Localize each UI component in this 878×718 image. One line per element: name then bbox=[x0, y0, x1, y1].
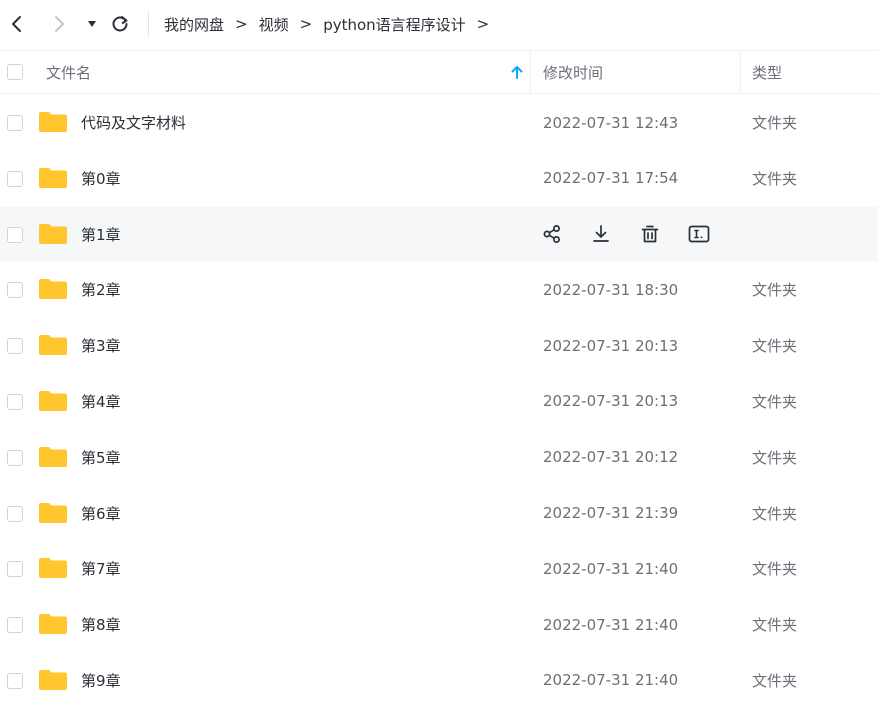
file-name[interactable]: 第4章 bbox=[81, 374, 121, 429]
file-name[interactable]: 第6章 bbox=[81, 486, 121, 541]
share-icon bbox=[542, 224, 562, 244]
modified-time: 2022-07-31 20:13 bbox=[543, 392, 679, 411]
modified-time: 2022-07-31 21:40 bbox=[543, 615, 679, 634]
history-dropdown-button[interactable] bbox=[80, 12, 104, 36]
modified-time: 2022-07-31 18:30 bbox=[543, 280, 679, 299]
file-row[interactable]: 第4章 2022-07-31 20:13 文件夹 bbox=[0, 374, 878, 430]
row-checkbox[interactable] bbox=[7, 226, 23, 243]
breadcrumb-item[interactable]: 视频 bbox=[259, 14, 289, 35]
download-button[interactable] bbox=[589, 222, 613, 246]
file-type: 文件夹 bbox=[752, 281, 798, 300]
rename-button[interactable] bbox=[687, 222, 711, 246]
file-type: 文件夹 bbox=[752, 560, 798, 579]
row-checkbox[interactable] bbox=[7, 338, 23, 355]
file-row[interactable]: 第9章 2022-07-31 21:40 文件夹 bbox=[0, 653, 878, 709]
share-button[interactable] bbox=[540, 222, 564, 246]
column-header-mtime[interactable]: 修改时间 bbox=[543, 51, 603, 93]
file-type: 文件夹 bbox=[752, 616, 798, 635]
file-type: 文件夹 bbox=[752, 504, 798, 523]
folder-icon bbox=[39, 223, 67, 244]
file-row[interactable]: 第5章 2022-07-31 20:12 文件夹 bbox=[0, 430, 878, 486]
folder-icon bbox=[39, 669, 67, 690]
modified-time: 2022-07-31 21:39 bbox=[543, 504, 679, 523]
chevron-left-icon bbox=[12, 16, 21, 32]
column-divider[interactable] bbox=[740, 51, 741, 93]
file-type: 文件夹 bbox=[752, 392, 798, 411]
breadcrumb-separator: > bbox=[476, 15, 490, 33]
breadcrumb-separator: > bbox=[299, 15, 313, 33]
row-checkbox[interactable] bbox=[7, 561, 23, 578]
folder-icon bbox=[39, 558, 67, 579]
folder-icon bbox=[39, 614, 67, 635]
file-name[interactable]: 第8章 bbox=[81, 597, 121, 652]
breadcrumb: 我的网盘 > 视频 > python语言程序设计 > bbox=[164, 0, 500, 48]
breadcrumb-item[interactable]: python语言程序设计 bbox=[323, 14, 465, 35]
column-header-type[interactable]: 类型 bbox=[752, 51, 782, 93]
breadcrumb-item[interactable]: 我的网盘 bbox=[164, 14, 224, 35]
folder-icon bbox=[39, 335, 67, 356]
column-header-name[interactable]: 文件名 bbox=[46, 51, 91, 93]
select-all-checkbox[interactable] bbox=[7, 64, 23, 80]
file-type: 文件夹 bbox=[752, 448, 798, 467]
row-checkbox[interactable] bbox=[7, 449, 23, 466]
file-row[interactable]: 第6章 2022-07-31 21:39 文件夹 bbox=[0, 486, 878, 542]
back-button[interactable] bbox=[5, 12, 29, 36]
row-checkbox[interactable] bbox=[7, 617, 23, 634]
toolbar-divider bbox=[148, 12, 149, 36]
rename-icon bbox=[688, 224, 710, 244]
file-row[interactable]: 第1章 bbox=[0, 206, 878, 263]
modified-time: 2022-07-31 20:13 bbox=[543, 336, 679, 355]
file-type: 文件夹 bbox=[752, 337, 798, 356]
modified-time: 2022-07-31 17:54 bbox=[543, 169, 679, 188]
file-name[interactable]: 第1章 bbox=[81, 207, 121, 262]
file-row[interactable]: 第8章 2022-07-31 21:40 文件夹 bbox=[0, 597, 878, 653]
folder-icon bbox=[39, 502, 67, 523]
breadcrumb-separator: > bbox=[235, 15, 248, 33]
toolbar: 我的网盘 > 视频 > python语言程序设计 > bbox=[0, 0, 878, 48]
file-row[interactable]: 第3章 2022-07-31 20:13 文件夹 bbox=[0, 318, 878, 374]
file-list: 代码及文字材料 2022-07-31 12:43 文件夹 第0章 2022-07-31 … bbox=[0, 95, 878, 709]
modified-time: 2022-07-31 21:40 bbox=[543, 671, 679, 690]
file-name[interactable]: 第5章 bbox=[81, 430, 121, 485]
file-row[interactable]: 第0章 2022-07-31 17:54 文件夹 bbox=[0, 151, 878, 207]
file-name[interactable]: 第3章 bbox=[81, 318, 121, 373]
file-name[interactable]: 第7章 bbox=[81, 541, 121, 596]
folder-icon bbox=[39, 167, 67, 188]
file-row[interactable]: 代码及文字材料 2022-07-31 12:43 文件夹 bbox=[0, 95, 878, 151]
modified-time: 2022-07-31 21:40 bbox=[543, 559, 679, 578]
row-checkbox[interactable] bbox=[7, 672, 23, 689]
file-name[interactable]: 第2章 bbox=[81, 262, 121, 317]
file-type: 文件夹 bbox=[752, 114, 798, 132]
row-checkbox[interactable] bbox=[7, 115, 23, 131]
delete-icon bbox=[640, 224, 660, 244]
forward-button[interactable] bbox=[47, 12, 71, 36]
chevron-right-icon bbox=[55, 16, 64, 32]
file-row[interactable]: 第2章 2022-07-31 18:30 文件夹 bbox=[0, 262, 878, 318]
folder-icon bbox=[39, 390, 67, 411]
folder-icon bbox=[39, 112, 67, 132]
file-name[interactable]: 第0章 bbox=[81, 151, 121, 206]
row-actions bbox=[540, 207, 736, 262]
folder-icon bbox=[39, 446, 67, 467]
column-divider[interactable] bbox=[530, 51, 531, 93]
delete-button[interactable] bbox=[638, 222, 662, 246]
row-checkbox[interactable] bbox=[7, 505, 23, 522]
file-name[interactable]: 第9章 bbox=[81, 653, 121, 708]
file-row[interactable]: 第7章 2022-07-31 21:40 文件夹 bbox=[0, 541, 878, 597]
caret-down-icon bbox=[88, 21, 96, 27]
file-type: 文件夹 bbox=[752, 671, 798, 690]
row-checkbox[interactable] bbox=[7, 282, 23, 299]
refresh-icon bbox=[112, 16, 128, 32]
modified-time: 2022-07-31 12:43 bbox=[543, 113, 679, 132]
refresh-button[interactable] bbox=[108, 12, 132, 36]
folder-icon bbox=[39, 279, 67, 300]
modified-time: 2022-07-31 20:12 bbox=[543, 448, 679, 467]
file-name[interactable]: 代码及文字材料 bbox=[81, 95, 186, 150]
download-icon bbox=[591, 224, 611, 244]
row-checkbox[interactable] bbox=[7, 393, 23, 410]
file-list-header: 文件名 修改时间 类型 bbox=[0, 50, 878, 94]
file-type: 文件夹 bbox=[752, 169, 798, 188]
arrow-up-icon[interactable] bbox=[510, 64, 524, 80]
row-checkbox[interactable] bbox=[7, 170, 23, 187]
